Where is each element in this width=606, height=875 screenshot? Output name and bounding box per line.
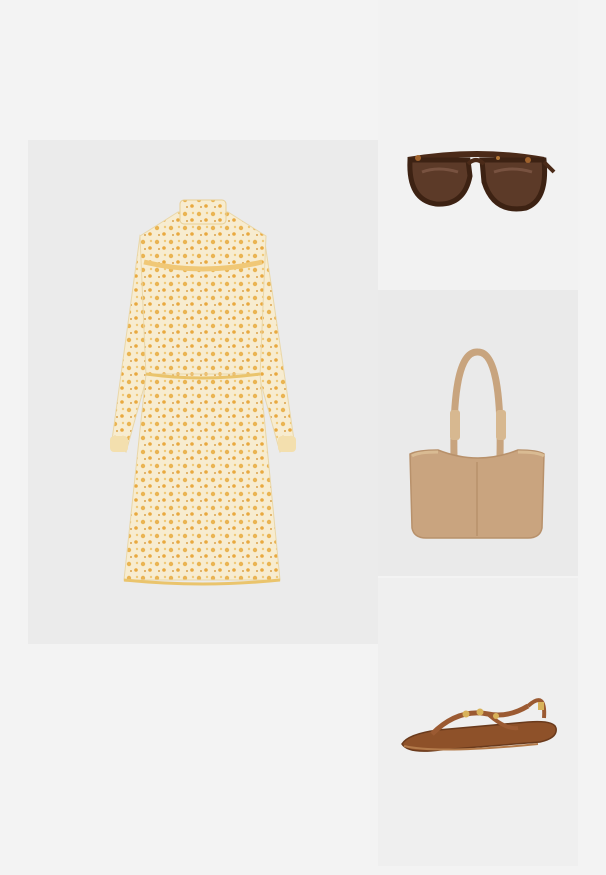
sandal-product-tile[interactable] xyxy=(378,578,578,866)
brown-thong-sandal-image xyxy=(401,698,557,752)
floral-dress-image xyxy=(110,199,296,586)
dress-product-tile[interactable] xyxy=(28,140,378,644)
sunglasses-product-tile[interactable] xyxy=(378,0,578,290)
tortoiseshell-sunglasses-image xyxy=(407,151,556,212)
tan-shoulder-bag-image xyxy=(409,348,545,539)
bag-product-tile[interactable] xyxy=(378,290,578,576)
